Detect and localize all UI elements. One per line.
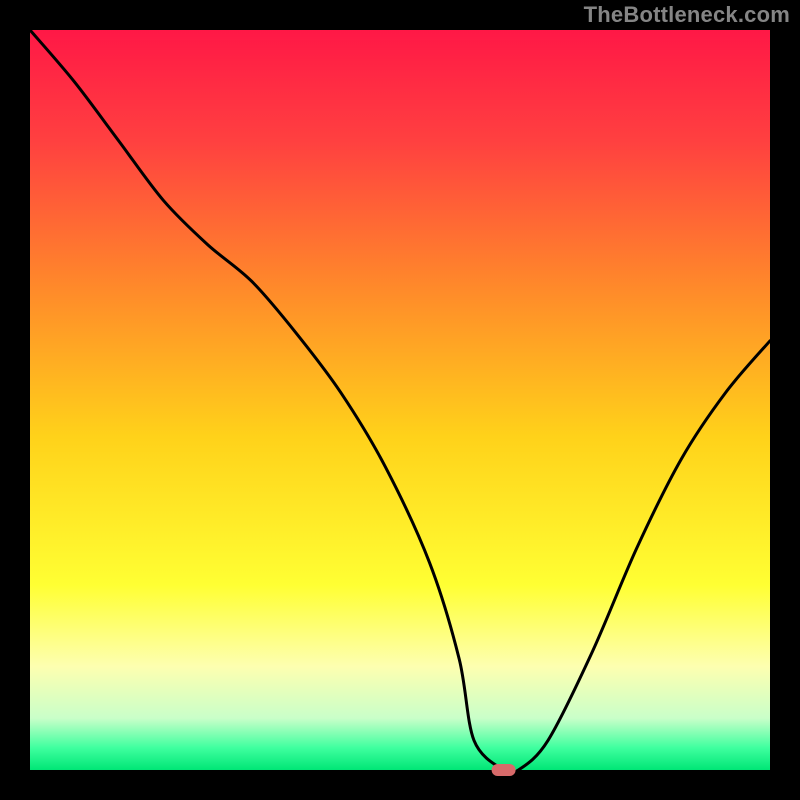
chart-background xyxy=(30,30,770,770)
chart-frame: { "watermark": "TheBottleneck.com", "cha… xyxy=(0,0,800,800)
bottleneck-chart xyxy=(0,0,800,800)
watermark-text: TheBottleneck.com xyxy=(584,2,790,28)
optimal-marker xyxy=(492,764,516,776)
